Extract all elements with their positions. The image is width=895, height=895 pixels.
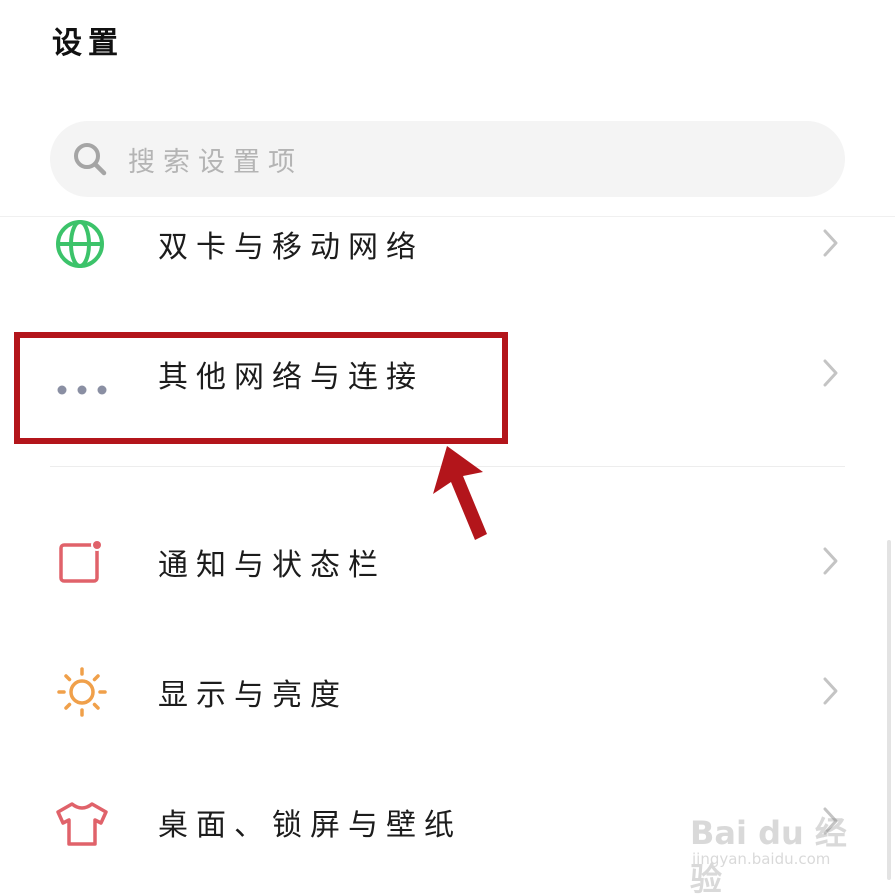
settings-item-label: 双卡与移动网络	[158, 230, 424, 265]
search-input[interactable]: 搜索设置项	[50, 121, 845, 197]
settings-item-label: 通知与状态栏	[158, 548, 386, 583]
watermark: Bai du 经验 jingyan.baidu.com	[690, 790, 860, 895]
tshirt-icon	[56, 802, 108, 846]
sun-icon	[57, 667, 107, 717]
chevron-right-icon	[823, 547, 838, 575]
settings-item-label: 桌面、锁屏与壁纸	[158, 808, 462, 843]
chevron-right-icon	[823, 677, 838, 705]
scrollbar[interactable]	[887, 540, 891, 880]
highlight-box	[14, 332, 508, 444]
settings-item-dual-sim[interactable]: 双卡与移动网络	[0, 198, 895, 288]
chevron-right-icon	[823, 359, 838, 387]
settings-item-label: 显示与亮度	[158, 678, 348, 713]
notification-square-icon	[59, 539, 103, 583]
chevron-right-icon	[823, 229, 838, 257]
search-placeholder: 搜索设置项	[128, 146, 303, 178]
watermark-url: jingyan.baidu.com	[692, 850, 831, 868]
search-icon	[74, 143, 107, 176]
globe-icon	[56, 220, 104, 268]
page-title: 设置	[52, 26, 124, 61]
pointer-arrow-icon	[433, 446, 487, 540]
settings-item-display[interactable]: 显示与亮度	[0, 646, 895, 736]
